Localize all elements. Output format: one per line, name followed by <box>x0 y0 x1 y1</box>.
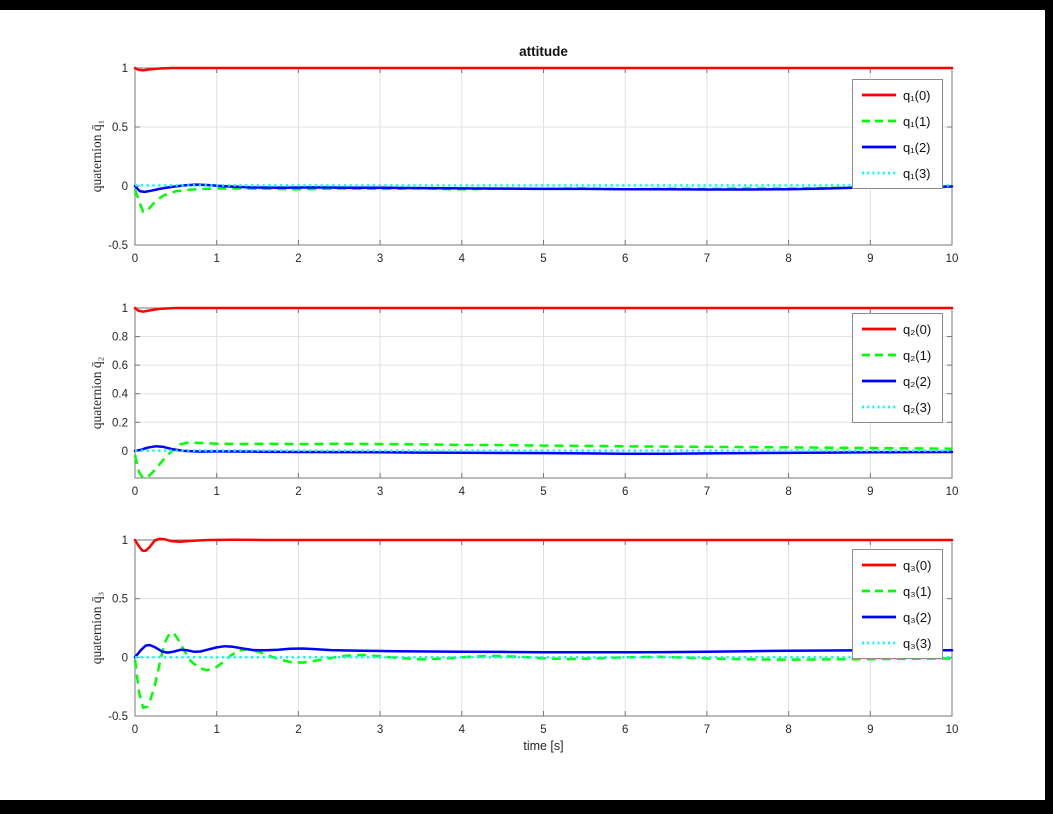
x-tick-label: 6 <box>622 253 628 265</box>
x-tick-label: 8 <box>785 486 791 498</box>
x-tick-label: 10 <box>946 486 959 498</box>
x-tick-label: 4 <box>459 486 466 498</box>
legend-label: q₂(0) <box>903 321 932 337</box>
x-tick-label: 3 <box>377 724 383 736</box>
x-axis-label: time [s] <box>523 739 564 753</box>
y-tick-label: 0.5 <box>112 122 128 134</box>
x-tick-label: 0 <box>132 724 138 736</box>
legend-label: q₁(3) <box>903 165 931 181</box>
x-tick-label: 4 <box>459 253 466 265</box>
screen-frame-right <box>1045 0 1053 814</box>
legend-subplot-3: q₃(0) q₃(1) q₃(2) q₃(3) <box>852 549 943 659</box>
x-tick-label: 9 <box>867 724 873 736</box>
legend-line-solid-blue-icon <box>862 145 896 149</box>
x-tick-label: 0 <box>132 253 138 265</box>
y-tick-label: 0.2 <box>112 417 128 429</box>
figure-title: attitude <box>519 44 568 59</box>
legend-label: q₁(0) <box>903 87 931 103</box>
x-tick-label: 1 <box>213 724 219 736</box>
legend-label: q₃(2) <box>903 609 932 625</box>
legend-entry: q₁(2) <box>853 134 942 160</box>
y-tick-label: 1 <box>122 63 128 75</box>
x-tick-label: 9 <box>867 253 873 265</box>
y-tick-label: 0 <box>122 652 128 664</box>
x-tick-label: 6 <box>622 486 628 498</box>
y-tick-label: -0.5 <box>108 240 128 252</box>
legend-entry: q₂(3) <box>853 394 942 420</box>
legend-line-dashed-green-icon <box>862 119 896 123</box>
legend-entry: q₁(1) <box>853 108 942 134</box>
x-tick-label: 5 <box>540 253 546 265</box>
legend-entry: q₁(3) <box>853 160 942 186</box>
legend-label: q₂(3) <box>903 399 932 415</box>
x-tick-label: 9 <box>867 486 873 498</box>
y-axis-label-subplot-1: quaternion q̄₁ <box>89 119 104 193</box>
x-tick-label: 1 <box>213 486 219 498</box>
x-tick-label: 3 <box>377 253 383 265</box>
y-tick-label: 1 <box>122 303 128 315</box>
x-tick-label: 8 <box>785 724 791 736</box>
legend-label: q₃(0) <box>903 557 932 573</box>
legend-line-dashed-green-icon <box>862 353 896 357</box>
y-tick-label: 0.8 <box>112 332 128 344</box>
y-axis-label-subplot-3: quaternion q̄₃ <box>89 591 104 665</box>
legend-line-dashed-green-icon <box>862 589 896 593</box>
y-tick-label: 0.6 <box>112 360 128 372</box>
y-axis-label-subplot-2: quaternion q̄₂ <box>89 356 104 430</box>
legend-label: q₂(1) <box>903 347 932 363</box>
x-tick-label: 10 <box>946 253 959 265</box>
legend-line-solid-red-icon <box>862 93 896 97</box>
legend-subplot-2: q₂(0) q₂(1) q₂(2) q₂(3) <box>852 313 943 423</box>
legend-line-solid-blue-icon <box>862 615 896 619</box>
y-tick-label: 1 <box>122 535 128 547</box>
legend-entry: q₂(2) <box>853 368 942 394</box>
y-tick-label: 0 <box>122 446 128 458</box>
x-tick-label: 7 <box>704 486 710 498</box>
x-tick-label: 5 <box>540 724 546 736</box>
x-tick-label: 2 <box>295 253 301 265</box>
y-tick-label: -0.5 <box>108 711 128 723</box>
x-tick-label: 2 <box>295 486 301 498</box>
x-tick-label: 7 <box>704 253 710 265</box>
legend-entry: q₃(3) <box>853 630 942 656</box>
y-tick-label: 0.4 <box>112 389 129 401</box>
legend-line-dotted-cyan-icon <box>862 405 896 409</box>
x-tick-label: 7 <box>704 724 710 736</box>
legend-entry: q₁(0) <box>853 82 942 108</box>
legend-label: q₂(2) <box>903 373 932 389</box>
legend-label: q₃(1) <box>903 583 932 599</box>
legend-line-solid-blue-icon <box>862 379 896 383</box>
legend-entry: q₂(1) <box>853 342 942 368</box>
x-tick-label: 6 <box>622 724 628 736</box>
y-tick-label: 0.5 <box>112 594 128 606</box>
legend-line-solid-red-icon <box>862 563 896 567</box>
legend-entry: q₃(1) <box>853 578 942 604</box>
legend-entry: q₂(0) <box>853 316 942 342</box>
legend-label: q₃(3) <box>903 635 932 651</box>
x-tick-label: 0 <box>132 486 138 498</box>
y-tick-label: 0 <box>122 181 128 193</box>
legend-label: q₁(1) <box>903 113 931 129</box>
screen-frame-bottom <box>0 800 1053 814</box>
legend-label: q₁(2) <box>903 139 931 155</box>
legend-entry: q₃(0) <box>853 552 942 578</box>
x-tick-label: 2 <box>295 724 301 736</box>
legend-line-solid-red-icon <box>862 327 896 331</box>
x-tick-label: 3 <box>377 486 383 498</box>
legend-line-dotted-cyan-icon <box>862 171 896 175</box>
matlab-figure-window: 0 1 2 3 4 5 6 7 8 9 10 -0.5 0 0.5 1 0 1 2 3 4 5 6 7 8 9 10 0 0.2 0.4… <box>0 0 1053 814</box>
legend-line-dotted-cyan-icon <box>862 641 896 645</box>
x-tick-label: 1 <box>213 253 219 265</box>
x-tick-label: 8 <box>785 253 791 265</box>
x-tick-label: 4 <box>459 724 466 736</box>
x-tick-label: 10 <box>946 724 959 736</box>
legend-entry: q₃(2) <box>853 604 942 630</box>
x-tick-label: 5 <box>540 486 546 498</box>
legend-subplot-1: q₁(0) q₁(1) q₁(2) q₁(3) <box>852 79 943 189</box>
screen-frame-top <box>0 0 1053 10</box>
